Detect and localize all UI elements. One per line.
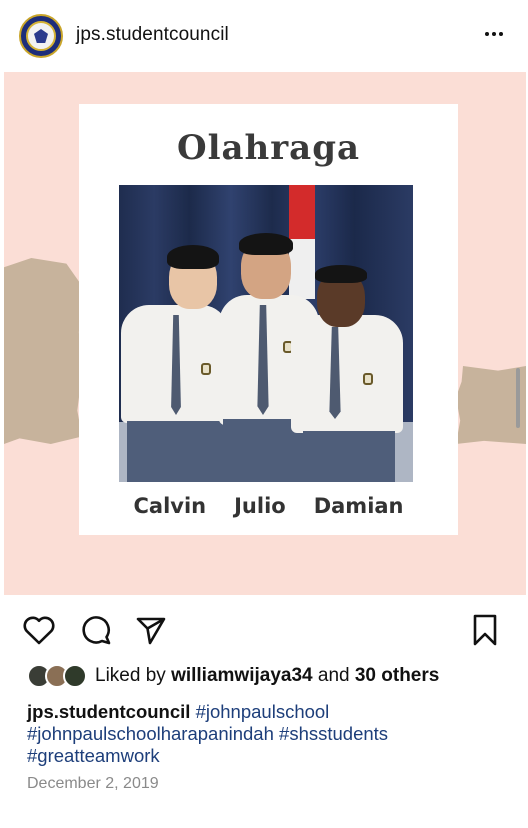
name-2: Julio [234, 494, 286, 518]
post-image[interactable]: Olahraga Calvin Julio Damian [4, 72, 526, 595]
hashtag[interactable]: #johnpaulschoolharapanindah [27, 723, 274, 744]
liker-avatar [63, 664, 87, 688]
likes-text: Liked by williamwijaya34 and 30 others [95, 665, 439, 687]
likes-row[interactable]: Liked by williamwijaya34 and 30 others [27, 664, 439, 688]
send-icon[interactable] [133, 612, 169, 648]
liker-avatars [27, 664, 89, 688]
liker-username[interactable]: williamwijaya34 [171, 665, 313, 686]
school-logo [26, 21, 56, 51]
likes-conj: and [317, 665, 350, 686]
likes-prefix: Liked by [95, 665, 166, 686]
photo-frame: Olahraga Calvin Julio Damian [79, 104, 458, 535]
post-date: December 2, 2019 [27, 775, 159, 792]
scrollbar[interactable] [516, 368, 520, 428]
post-header: jps.studentcouncil [0, 0, 528, 72]
header-username[interactable]: jps.studentcouncil [76, 24, 229, 46]
hashtag[interactable]: #shsstudents [279, 723, 388, 744]
torn-paper-left [4, 258, 82, 444]
comment-icon[interactable] [78, 612, 114, 648]
group-photo [119, 185, 413, 482]
student-names: Calvin Julio Damian [79, 494, 458, 518]
flag-red [289, 185, 315, 239]
name-1: Calvin [133, 494, 207, 518]
hashtag[interactable]: #greatteamwork [27, 745, 160, 766]
more-options-icon[interactable] [480, 22, 508, 46]
logo-emblem-icon [34, 29, 48, 43]
heart-icon[interactable] [21, 612, 57, 648]
bookmark-icon[interactable] [467, 612, 503, 648]
action-bar [0, 604, 528, 654]
hashtag[interactable]: #johnpaulschool [196, 701, 330, 722]
likes-others[interactable]: 30 others [355, 665, 439, 686]
profile-avatar[interactable] [19, 14, 63, 58]
caption: jps.studentcouncil #johnpaulschool #john… [27, 701, 507, 767]
name-3: Damian [313, 494, 404, 518]
caption-username[interactable]: jps.studentcouncil [27, 701, 190, 722]
post-title: Olahraga [176, 128, 361, 168]
